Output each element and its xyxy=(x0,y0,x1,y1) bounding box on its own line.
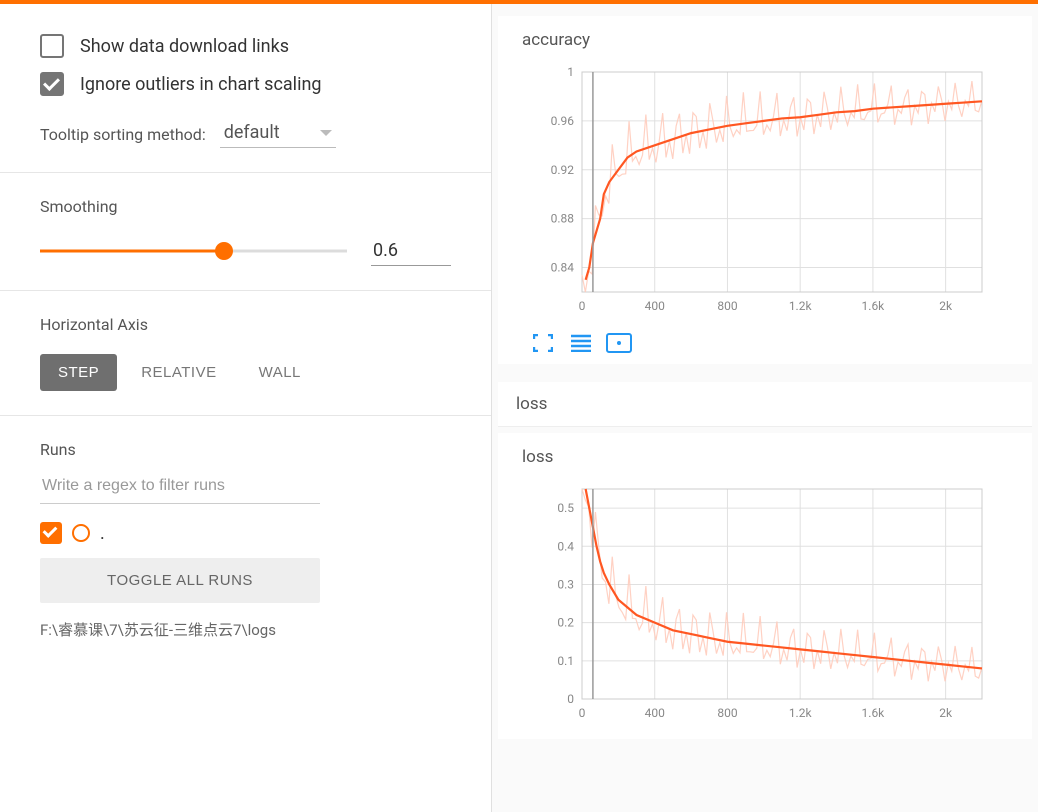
svg-text:800: 800 xyxy=(717,706,737,720)
runs-filter-input[interactable] xyxy=(40,471,320,504)
accuracy-title: accuracy xyxy=(522,30,1018,50)
run-name: . xyxy=(100,523,105,544)
show-download-label: Show data download links xyxy=(80,36,289,57)
svg-text:1.6k: 1.6k xyxy=(862,299,886,313)
expand-icon[interactable] xyxy=(530,332,556,354)
svg-text:0: 0 xyxy=(579,706,586,720)
svg-text:0.2: 0.2 xyxy=(557,616,574,630)
svg-text:800: 800 xyxy=(717,299,737,313)
svg-text:0.4: 0.4 xyxy=(557,539,574,553)
ignore-outliers-row: Ignore outliers in chart scaling xyxy=(40,72,451,96)
loss-title: loss xyxy=(522,447,1018,467)
divider xyxy=(0,415,491,416)
runs-label: Runs xyxy=(40,440,451,459)
axis-button-relative[interactable]: RELATIVE xyxy=(123,354,234,391)
loss-panel: loss 0.5 0.4 0.3 0.2 0.1 00 400 800 1.2k 1.6k 2k xyxy=(498,433,1032,739)
smoothing-slider[interactable] xyxy=(40,241,347,261)
divider xyxy=(0,290,491,291)
svg-text:1.2k: 1.2k xyxy=(789,299,813,313)
accuracy-panel: accuracy 1 0.96 0.92 0.88 0.84 0 400 800 1.2k 1.6… xyxy=(498,16,1032,364)
show-download-checkbox[interactable] xyxy=(40,34,64,58)
svg-text:0: 0 xyxy=(579,299,586,313)
chevron-down-icon xyxy=(320,130,332,136)
main-charts-area: accuracy 1 0.96 0.92 0.88 0.84 0 400 800 1.2k 1.6… xyxy=(492,4,1038,812)
svg-text:2k: 2k xyxy=(939,299,953,313)
accuracy-chart[interactable]: 1 0.96 0.92 0.88 0.84 0 400 800 1.2k 1.6k 2k xyxy=(522,62,992,322)
fit-icon[interactable] xyxy=(606,332,632,354)
smoothing-label: Smoothing xyxy=(40,197,451,216)
svg-text:2k: 2k xyxy=(939,706,953,720)
sidebar: Show data download links Ignore outliers… xyxy=(0,4,492,812)
chart-toolbar xyxy=(522,332,1018,354)
smoothing-value[interactable]: 0.6 xyxy=(371,236,451,266)
slider-thumb[interactable] xyxy=(215,242,233,260)
tooltip-sort-select[interactable]: default xyxy=(220,120,336,148)
svg-text:0.3: 0.3 xyxy=(557,577,574,591)
loss-section-header[interactable]: loss xyxy=(498,382,1032,427)
tooltip-sort-value: default xyxy=(224,122,280,143)
axis-button-group: STEPRELATIVEWALL xyxy=(40,354,451,391)
svg-text:0.88: 0.88 xyxy=(551,212,575,226)
svg-text:0.92: 0.92 xyxy=(551,163,575,177)
svg-text:0.84: 0.84 xyxy=(551,261,575,275)
toggle-all-runs-button[interactable]: TOGGLE ALL RUNS xyxy=(40,558,320,603)
svg-text:1: 1 xyxy=(567,65,574,79)
run-radio[interactable] xyxy=(72,524,90,542)
axis-button-step[interactable]: STEP xyxy=(40,354,117,391)
svg-text:400: 400 xyxy=(645,706,665,720)
show-download-row: Show data download links xyxy=(40,34,451,58)
svg-text:400: 400 xyxy=(645,299,665,313)
svg-text:0.96: 0.96 xyxy=(551,114,575,128)
svg-text:0: 0 xyxy=(567,692,574,706)
axis-button-wall[interactable]: WALL xyxy=(241,354,319,391)
logdir-path: F:\睿慕课\7\苏云征-三维点云7\logs xyxy=(40,619,451,640)
loss-chart[interactable]: 0.5 0.4 0.3 0.2 0.1 00 400 800 1.2k 1.6k 2k xyxy=(522,479,992,729)
run-item: . xyxy=(40,522,451,544)
list-icon[interactable] xyxy=(568,332,594,354)
horizontal-axis-label: Horizontal Axis xyxy=(40,315,451,334)
svg-text:1.6k: 1.6k xyxy=(862,706,886,720)
run-checkbox[interactable] xyxy=(40,522,62,544)
ignore-outliers-label: Ignore outliers in chart scaling xyxy=(80,74,322,95)
svg-text:0.5: 0.5 xyxy=(557,501,574,515)
divider xyxy=(0,172,491,173)
tooltip-sort-label: Tooltip sorting method: xyxy=(40,125,206,144)
ignore-outliers-checkbox[interactable] xyxy=(40,72,64,96)
svg-text:0.1: 0.1 xyxy=(557,654,574,668)
svg-text:1.2k: 1.2k xyxy=(789,706,813,720)
